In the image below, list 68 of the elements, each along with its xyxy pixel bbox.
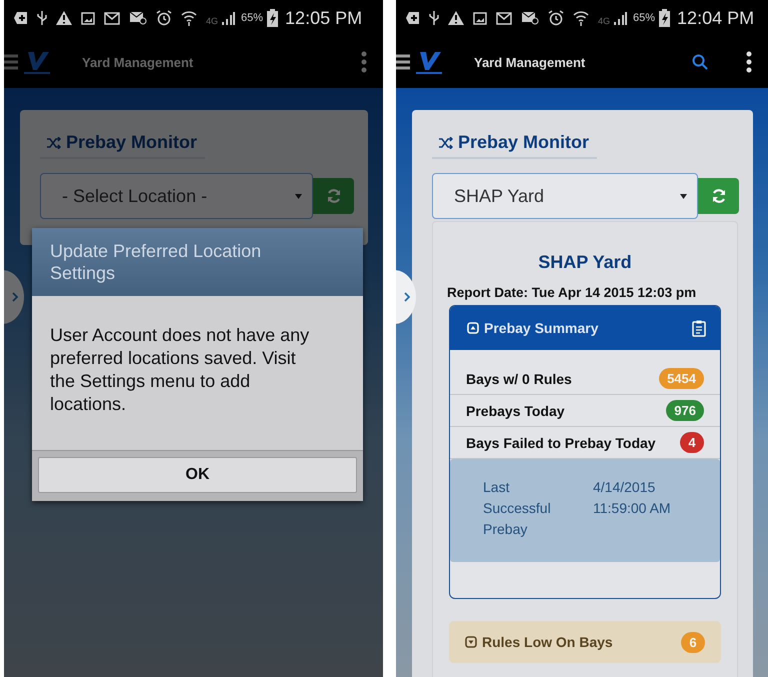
v-logo-icon (416, 50, 442, 74)
count-badge: 5454 (659, 368, 704, 389)
count-badge: 4 (680, 432, 704, 453)
rules-low-title: Rules Low On Bays (482, 634, 613, 650)
usb-icon (429, 10, 439, 26)
plus-box-icon (406, 11, 420, 25)
mail-icon (104, 12, 120, 24)
count-badge: 6 (681, 632, 705, 652)
summary-label: Bays Failed to Prebay Today (466, 434, 656, 450)
battery-percent: 65% (633, 12, 656, 24)
network-type: 4G (206, 16, 218, 26)
wifi-icon (181, 10, 197, 26)
alarm-icon (548, 10, 564, 26)
dialog-message: User Account does not have any preferred locations saved. Visit the Settings menu to add locations. (49, 324, 310, 416)
monitor-title: Prebay Monitor (66, 132, 198, 153)
signal-icon (613, 11, 628, 25)
summary-label: Prebays Today (466, 402, 565, 418)
mail-settings-icon (521, 11, 539, 25)
clipboard-icon[interactable] (692, 320, 706, 336)
summary-header[interactable]: Prebay Summary (450, 306, 720, 350)
toggle-icon (467, 322, 479, 334)
refresh-button[interactable] (698, 178, 739, 214)
caret-icon (295, 194, 302, 198)
last-prebay-value: 4/14/2015 11:59:00 AM (593, 478, 672, 518)
image-icon (473, 12, 487, 24)
toggle-icon (465, 636, 477, 648)
usb-icon (37, 10, 47, 26)
location-select[interactable]: - Select Location - (40, 173, 313, 219)
chevron-right-icon (12, 292, 18, 302)
report-date: Report Date: Tue Apr 14 2015 12:03 pm (447, 285, 698, 300)
summary-label: Bays w/ 0 Rules (466, 370, 572, 386)
app-title: Yard Management (474, 54, 586, 70)
last-prebay-label: Last Successful Prebay (483, 478, 552, 539)
shuffle-icon (47, 136, 61, 148)
refresh-icon (710, 188, 726, 204)
mail-icon (496, 12, 512, 24)
signal-icon (221, 11, 236, 25)
ok-button[interactable]: OK (38, 457, 357, 493)
shuffle-icon (439, 136, 453, 148)
location-select[interactable]: SHAP Yard (432, 173, 698, 219)
network-type: 4G (598, 16, 610, 26)
battery-charging-icon (267, 9, 278, 27)
refresh-icon (326, 188, 342, 204)
clock-time: 12:04 PM (677, 8, 754, 28)
warning-icon (448, 11, 464, 25)
battery-charging-icon (659, 9, 670, 27)
clock-time: 12:05 PM (285, 8, 362, 28)
wifi-icon (573, 10, 589, 26)
summary-title: Prebay Summary (484, 320, 598, 336)
dialog-title: Update Preferred Location Settings (32, 228, 363, 296)
warning-icon (56, 11, 72, 25)
monitor-title: Prebay Monitor (458, 132, 590, 153)
more-options-icon[interactable] (746, 51, 752, 73)
chevron-right-icon (404, 292, 410, 302)
yard-name: SHAP Yard (537, 252, 633, 273)
mail-settings-icon (129, 11, 147, 25)
plus-box-icon (14, 11, 28, 25)
alarm-icon (156, 10, 172, 26)
app-title: Yard Management (82, 54, 194, 70)
menu-icon[interactable] (396, 54, 410, 70)
rules-low-header[interactable]: Rules Low On Bays 6 (449, 621, 721, 663)
refresh-button[interactable] (313, 178, 354, 214)
caret-icon (680, 194, 687, 198)
v-logo-icon (24, 50, 50, 74)
count-badge: 976 (666, 400, 704, 421)
battery-percent: 65% (241, 12, 264, 24)
search-icon[interactable] (692, 54, 708, 70)
image-icon (81, 12, 95, 24)
